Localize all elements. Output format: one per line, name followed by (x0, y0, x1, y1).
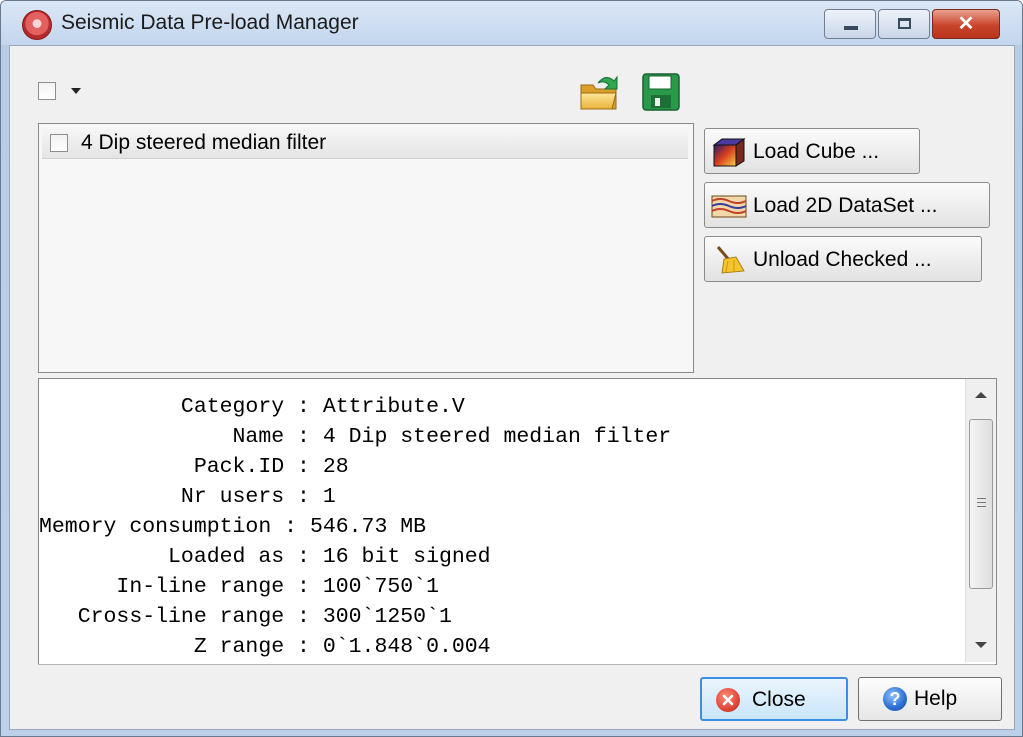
broom-icon (716, 246, 745, 274)
minimize-icon (844, 26, 858, 30)
unload-checked-label: Unload Checked ... (753, 248, 932, 271)
loaded-data-list[interactable]: 4 Dip steered median filter (38, 123, 694, 373)
select-all-checkbox[interactable] (38, 82, 56, 100)
title-bar[interactable]: Seismic Data Pre-load Manager ✕ (1, 1, 1022, 45)
info-line: Name : 4 Dip steered median filter (39, 425, 672, 449)
window-title: Seismic Data Pre-load Manager (61, 11, 359, 34)
help-label: Help (914, 687, 958, 710)
info-line: Memory consumption : 546.73 MB (39, 515, 427, 539)
unload-checked-button[interactable]: Unload Checked ... (704, 236, 982, 282)
save-button[interactable] (640, 71, 682, 113)
info-line: Nr users : 1 (39, 485, 336, 509)
app-window: Seismic Data Pre-load Manager ✕ 4 Dip st… (0, 0, 1023, 737)
close-button[interactable]: Close (700, 677, 848, 721)
info-lines: Category : Attribute.V Name : 4 Dip stee… (39, 392, 671, 662)
load-2d-dataset-button[interactable]: Load 2D DataSet ... (704, 182, 990, 228)
scroll-down-icon[interactable] (975, 642, 987, 648)
info-line: Pack.ID : 28 (39, 455, 349, 479)
info-line: Category : Attribute.V (39, 395, 465, 419)
minimize-button[interactable] (824, 9, 876, 39)
save-disk-icon (642, 73, 680, 111)
info-line: Z range : 0`1.848`0.004 (39, 635, 491, 659)
load-cube-label: Load Cube ... (753, 140, 880, 163)
close-circle-icon (716, 688, 740, 712)
divider (38, 664, 995, 665)
maximize-button[interactable] (878, 9, 930, 39)
cube-icon (712, 138, 746, 167)
close-icon: ✕ (957, 13, 975, 35)
dialog-body: 4 Dip steered median filter Load Cube ..… (9, 45, 1015, 730)
load-2d-label: Load 2D DataSet ... (753, 194, 938, 217)
vertical-scrollbar[interactable] (965, 379, 996, 662)
load-cube-button[interactable]: Load Cube ... (704, 128, 920, 174)
open-folder-icon (580, 75, 618, 110)
seismic-2d-icon (711, 195, 747, 218)
list-item[interactable]: 4 Dip steered median filter (42, 128, 688, 159)
help-question-icon: ? (883, 687, 907, 711)
info-line: Cross-line range : 300`1250`1 (39, 605, 452, 629)
info-line: Loaded as : 16 bit signed (39, 545, 491, 569)
info-line: In-line range : 100`750`1 (39, 575, 439, 599)
scroll-thumb[interactable] (969, 419, 993, 589)
close-label: Close (752, 688, 806, 711)
list-item-label: 4 Dip steered median filter (81, 131, 327, 154)
open-folder-button[interactable] (578, 71, 620, 113)
item-checkbox[interactable] (50, 134, 68, 152)
scroll-up-icon[interactable] (975, 392, 987, 398)
close-window-button[interactable]: ✕ (932, 9, 1000, 39)
help-button[interactable]: ? Help (858, 677, 1002, 721)
info-text-area[interactable]: Category : Attribute.V Name : 4 Dip stee… (38, 378, 997, 665)
seismic-app-icon (22, 10, 52, 40)
chevron-down-icon[interactable] (71, 88, 81, 94)
maximize-icon (898, 18, 911, 29)
